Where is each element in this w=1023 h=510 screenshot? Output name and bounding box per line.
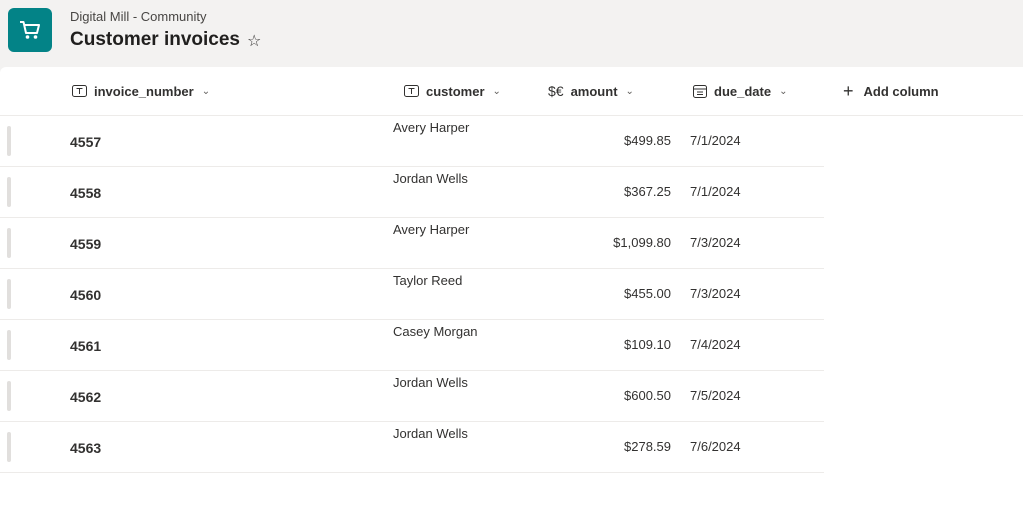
app-header: Digital Mill - Community Customer invoic… — [0, 0, 1023, 66]
table-body: 4557 Avery Harper $499.85 7/1/2024 4558 … — [0, 116, 824, 473]
cell-amount[interactable]: $278.59 — [624, 439, 671, 454]
table-row[interactable]: 4559 Avery Harper $1,099.80 7/3/2024 — [0, 218, 824, 269]
text-column-icon — [404, 85, 419, 97]
cell-due-date[interactable]: 7/4/2024 — [690, 337, 741, 352]
column-header-due-date[interactable]: due_date ⌄ — [693, 67, 787, 115]
column-header-amount[interactable]: $€ amount ⌄ — [548, 67, 634, 115]
row-select-handle[interactable] — [7, 126, 11, 156]
cell-invoice-number[interactable]: 4559 — [70, 236, 101, 252]
cell-amount[interactable]: $367.25 — [624, 184, 671, 199]
cell-due-date[interactable]: 7/3/2024 — [690, 286, 741, 301]
table-row[interactable]: 4558 Jordan Wells $367.25 7/1/2024 — [0, 167, 824, 218]
cell-customer[interactable]: Taylor Reed — [393, 273, 462, 288]
cell-amount[interactable]: $109.10 — [624, 337, 671, 352]
cell-amount[interactable]: $455.00 — [624, 286, 671, 301]
chevron-down-icon: ⌄ — [201, 85, 211, 97]
plus-icon: + — [843, 80, 854, 101]
page-title: Customer invoices — [70, 29, 240, 50]
cell-due-date[interactable]: 7/3/2024 — [690, 235, 741, 250]
cell-due-date[interactable]: 7/6/2024 — [690, 439, 741, 454]
cell-amount[interactable]: $1,099.80 — [613, 235, 671, 250]
cell-invoice-number[interactable]: 4560 — [70, 287, 101, 303]
row-select-handle[interactable] — [7, 381, 11, 411]
table-row[interactable]: 4561 Casey Morgan $109.10 7/4/2024 — [0, 320, 824, 371]
cell-customer[interactable]: Avery Harper — [393, 222, 469, 237]
list-panel: invoice_number ⌄ customer ⌄ $€ amount ⌄ … — [0, 67, 1023, 510]
cell-due-date[interactable]: 7/1/2024 — [690, 133, 741, 148]
column-header-invoice-number[interactable]: invoice_number ⌄ — [72, 67, 210, 115]
table-row[interactable]: 4557 Avery Harper $499.85 7/1/2024 — [0, 116, 824, 167]
currency-column-icon: $€ — [548, 83, 564, 99]
cell-customer[interactable]: Jordan Wells — [393, 426, 468, 441]
chevron-down-icon: ⌄ — [779, 85, 788, 97]
cell-due-date[interactable]: 7/1/2024 — [690, 184, 741, 199]
shopping-cart-icon[interactable] — [8, 8, 52, 52]
row-select-handle[interactable] — [7, 279, 11, 309]
column-header-label: due_date — [714, 83, 772, 99]
add-column-label: Add column — [863, 83, 939, 99]
row-select-handle[interactable] — [7, 432, 11, 462]
cell-customer[interactable]: Avery Harper — [393, 120, 469, 135]
row-select-handle[interactable] — [7, 228, 11, 258]
calendar-column-icon — [693, 84, 707, 98]
row-select-handle[interactable] — [7, 177, 11, 207]
table-row[interactable]: 4560 Taylor Reed $455.00 7/3/2024 — [0, 269, 824, 320]
chevron-down-icon: ⌄ — [625, 85, 634, 97]
cell-invoice-number[interactable]: 4563 — [70, 440, 101, 456]
table-row[interactable]: 4563 Jordan Wells $278.59 7/6/2024 — [0, 422, 824, 473]
chevron-down-icon: ⌄ — [492, 85, 501, 97]
text-column-icon — [72, 85, 87, 97]
site-name[interactable]: Digital Mill - Community — [70, 9, 207, 24]
cell-due-date[interactable]: 7/5/2024 — [690, 388, 741, 403]
favorite-star-icon[interactable]: ☆ — [247, 31, 261, 51]
cell-invoice-number[interactable]: 4557 — [70, 134, 101, 150]
cell-customer[interactable]: Casey Morgan — [393, 324, 478, 339]
cell-customer[interactable]: Jordan Wells — [393, 375, 468, 390]
column-header-label: customer — [426, 83, 485, 99]
table-row[interactable]: 4562 Jordan Wells $600.50 7/5/2024 — [0, 371, 824, 422]
row-select-handle[interactable] — [7, 330, 11, 360]
add-column-button[interactable]: + Add column — [843, 67, 939, 115]
column-header-label: invoice_number — [94, 83, 194, 99]
column-header-label: amount — [570, 83, 618, 99]
column-header-customer[interactable]: customer ⌄ — [404, 67, 501, 115]
cell-invoice-number[interactable]: 4561 — [70, 338, 101, 354]
cell-amount[interactable]: $600.50 — [624, 388, 671, 403]
cell-invoice-number[interactable]: 4558 — [70, 185, 101, 201]
cell-invoice-number[interactable]: 4562 — [70, 389, 101, 405]
column-header-row: invoice_number ⌄ customer ⌄ $€ amount ⌄ … — [0, 67, 1023, 116]
cell-amount[interactable]: $499.85 — [624, 133, 671, 148]
cell-customer[interactable]: Jordan Wells — [393, 171, 468, 186]
